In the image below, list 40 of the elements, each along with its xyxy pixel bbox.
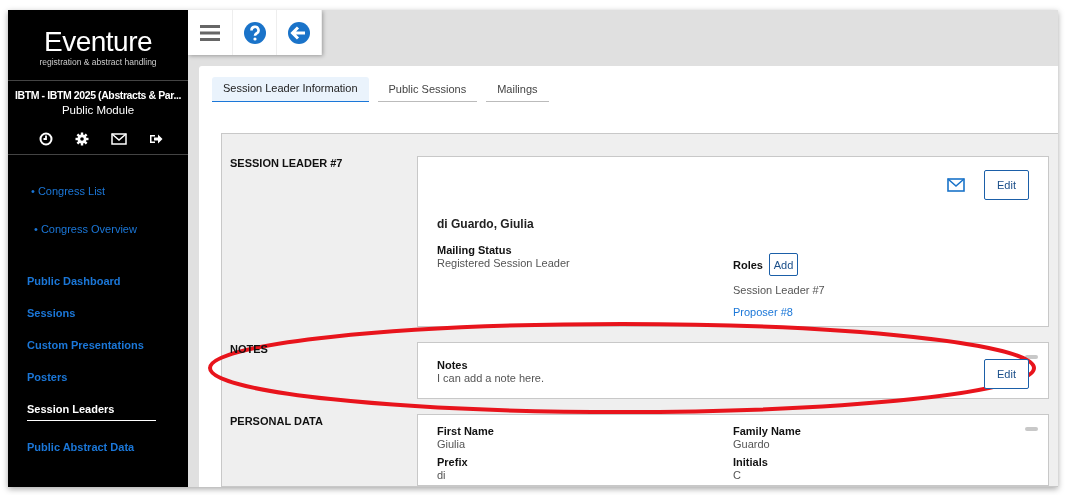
nav-link[interactable]: Session Leaders [27,398,157,421]
field-label: Mailing Status [437,244,513,256]
nav-link[interactable]: • Congress List [8,175,106,213]
role-link[interactable]: Proposer #8 [733,306,1029,326]
field-value: Registered Session Leader [437,257,571,269]
collapse-icon[interactable] [1025,355,1038,359]
edit-button[interactable]: Edit [984,359,1029,389]
person-name: di Guardo, Giulia [437,217,535,231]
logo-wordmark: Eventure [43,27,153,57]
field-value: Giulia [437,438,467,450]
field-label: Prefix [437,456,469,468]
tab[interactable]: Mailings [486,78,549,102]
nav-link[interactable]: Public Abstract Data [8,431,135,463]
field-label: Notes [437,358,469,371]
module-name: Public Module [60,103,136,118]
logo-tagline: registration & abstract handling [39,57,157,67]
nav-link[interactable]: Public Dashboard [8,265,121,297]
nav-link[interactable]: • Congress Overview [8,213,137,251]
clock-icon[interactable] [39,132,53,146]
field-label: First Name [437,425,495,437]
section-heading: PERSONAL DATA [230,414,324,427]
field-label: Initials [733,456,769,468]
nav-link[interactable]: Posters [8,361,68,393]
role-text: Session Leader #7 [733,284,826,296]
field-label: Roles [733,258,763,271]
settings-icon[interactable] [75,132,89,146]
add-button[interactable]: Add [768,253,798,276]
nav-link[interactable]: Sessions [8,297,76,329]
section-heading: SESSION LEADER #7 [230,156,344,169]
field-label: Family Name [733,425,802,437]
note-text: I can add a note here. [437,371,545,384]
field-value: C [733,469,742,481]
congress-title: IBTM - IBTM 2025 (Abstracts & Par... [14,88,182,103]
nav-link[interactable]: Custom Presentations [8,329,144,361]
field-value: di [437,469,447,481]
tab[interactable]: Public Sessions [377,78,478,102]
logout-icon[interactable] [149,133,163,145]
tab[interactable]: Session Leader Information [212,77,369,102]
field-value: Guardo [733,438,771,450]
edit-button[interactable]: Edit [984,169,1029,200]
